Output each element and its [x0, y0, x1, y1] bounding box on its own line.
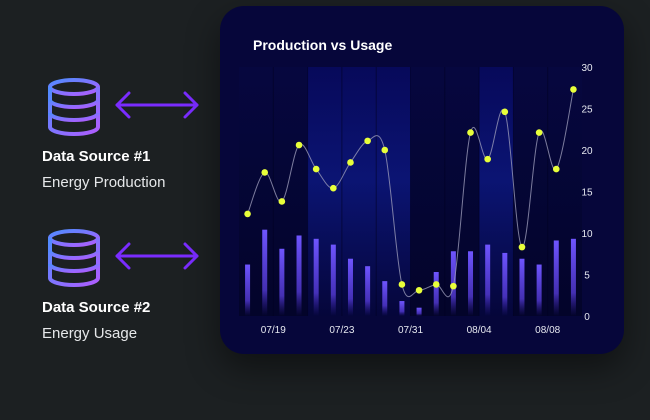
- x-tick-label: 08/08: [535, 325, 560, 336]
- data-point: [518, 243, 526, 251]
- data-point: [484, 155, 491, 163]
- data-point: [330, 184, 337, 192]
- x-tick-label: 07/31: [398, 325, 423, 336]
- bar: [313, 238, 319, 316]
- plot-band: [376, 67, 411, 316]
- plot-band: [547, 67, 582, 316]
- bar: [296, 235, 302, 316]
- y-tick-label: 20: [581, 146, 593, 157]
- data-point: [295, 141, 303, 149]
- data-point: [364, 137, 371, 145]
- bar: [347, 258, 353, 316]
- plot-band: [273, 67, 308, 316]
- plot-band: [239, 67, 274, 316]
- plot-band: [341, 67, 377, 316]
- x-tick-label: 07/19: [261, 325, 286, 336]
- bar: [416, 307, 422, 316]
- data-point: [347, 159, 354, 166]
- bar: [365, 266, 371, 316]
- plot-band: [410, 67, 445, 316]
- bar: [245, 264, 251, 316]
- y-tick-label: 10: [581, 229, 593, 240]
- x-tick-label: 07/23: [329, 325, 354, 336]
- double-arrow-icon: [115, 242, 199, 270]
- data-point: [244, 210, 251, 218]
- y-tick-label: 30: [581, 63, 593, 74]
- source-title: Data Source #1: [42, 148, 151, 165]
- source-subtitle: Energy Production: [42, 174, 166, 191]
- data-point: [535, 129, 543, 136]
- bar: [279, 248, 285, 316]
- data-point: [570, 86, 577, 93]
- data-point: [312, 165, 320, 173]
- data-point: [450, 282, 457, 290]
- bar: [330, 244, 336, 316]
- data-point: [501, 108, 509, 116]
- data-point: [432, 281, 440, 288]
- database-icon: [48, 229, 100, 287]
- source-subtitle: Energy Usage: [42, 325, 138, 342]
- chart-card: Production vs Usage 0 5 10 15 20 25 30 07/19 07/…: [220, 6, 624, 354]
- bar: [382, 281, 388, 316]
- y-tick-label: 5: [584, 271, 590, 282]
- bar: [468, 251, 474, 316]
- bar: [262, 229, 268, 316]
- data-point: [415, 286, 423, 294]
- bar: [502, 252, 508, 316]
- data-point: [381, 146, 389, 154]
- data-point: [467, 129, 474, 136]
- bar: [519, 258, 525, 316]
- double-arrow-icon: [115, 91, 199, 119]
- plot-band: [444, 67, 480, 316]
- data-point: [552, 165, 560, 173]
- plot-band: [307, 67, 342, 316]
- bar: [570, 238, 576, 316]
- data-point: [398, 281, 406, 288]
- bar: [536, 264, 542, 316]
- y-tick-label: 0: [584, 312, 590, 323]
- chart-plot: 0 5 10 15 20 25 30 07/19 07/23 07/31 08/04 08/08: [239, 63, 593, 336]
- plot-band: [479, 67, 514, 316]
- x-tick-label: 08/04: [467, 325, 492, 336]
- y-tick-label: 25: [581, 105, 593, 116]
- bar: [553, 240, 559, 316]
- source-title: Data Source #2: [42, 299, 151, 316]
- data-point: [261, 169, 269, 176]
- y-tick-label: 15: [581, 188, 593, 199]
- database-icon: [48, 78, 100, 136]
- bar: [399, 301, 405, 316]
- data-point: [278, 198, 286, 205]
- bar: [433, 272, 439, 316]
- bar: [485, 244, 491, 316]
